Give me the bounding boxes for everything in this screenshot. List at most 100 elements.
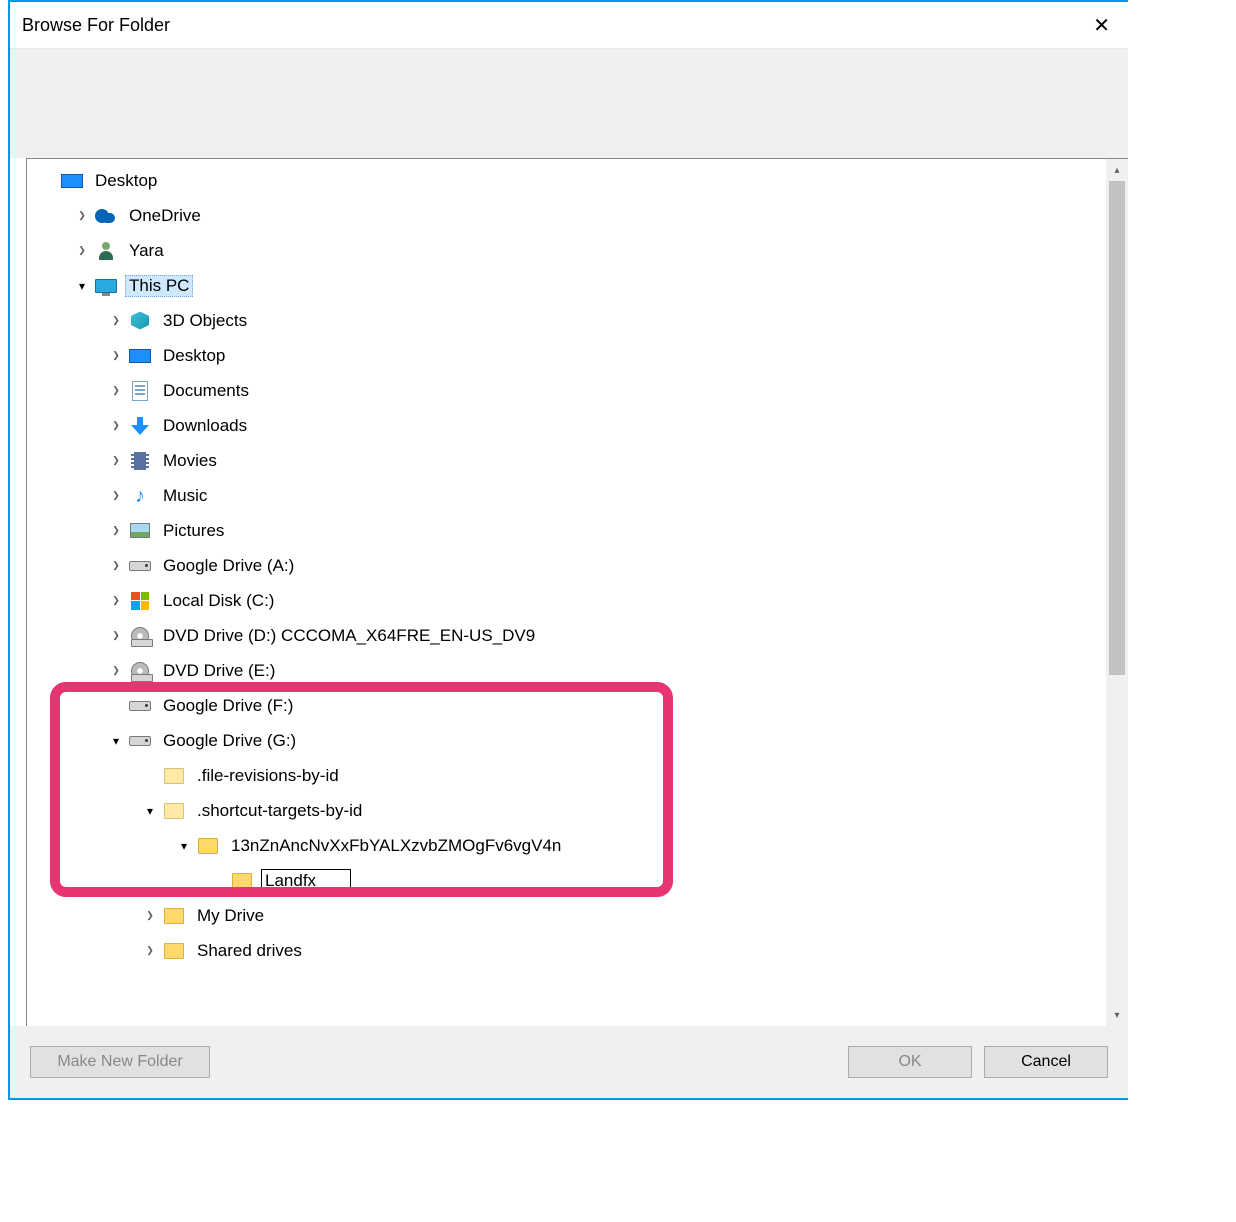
chevron-right-icon[interactable]: ❯ (107, 557, 125, 575)
tree-item[interactable]: ▾ Google Drive (G:) (27, 723, 1106, 758)
tree-item[interactable]: ❯ My Drive (27, 898, 1106, 933)
tree-item-label: Desktop (91, 170, 161, 192)
chevron-right-icon[interactable]: ❯ (73, 207, 91, 225)
tree-item[interactable]: ❯ Google Drive (A:) (27, 548, 1106, 583)
monitor-icon (93, 275, 119, 297)
folder-open-icon (161, 905, 187, 927)
chevron-right-icon[interactable]: ❯ (73, 242, 91, 260)
tree-item[interactable]: ❯OneDrive (27, 198, 1106, 233)
chevron-down-icon[interactable]: ▾ (73, 277, 91, 295)
tree-item[interactable]: ❯Local Disk (C:) (27, 583, 1106, 618)
tree-item[interactable]: ❯ Pictures (27, 513, 1106, 548)
dialog-title: Browse For Folder (22, 15, 170, 36)
user-icon (93, 240, 119, 262)
chevron-right-icon[interactable]: ❯ (107, 417, 125, 435)
tree-item-label: Movies (159, 450, 221, 472)
close-icon[interactable]: ✕ (1087, 13, 1116, 38)
cancel-button[interactable]: Cancel (984, 1046, 1108, 1078)
tree-item-label: 13nZnAncNvXxFbYALXzvbZMOgFv6vgV4n (227, 835, 565, 857)
dvd-icon (127, 660, 153, 682)
tree-item-label: 3D Objects (159, 310, 251, 332)
tree-item-label: Shared drives (193, 940, 306, 962)
tree-item[interactable] (27, 863, 1106, 898)
tree-item-label: Desktop (159, 345, 229, 367)
doc-icon (127, 380, 153, 402)
chevron-right-icon[interactable]: ❯ (107, 627, 125, 645)
tree-item-label: Google Drive (A:) (159, 555, 298, 577)
3d-icon (127, 310, 153, 332)
folder-tree-pane: Desktop❯OneDrive❯Yara▾This PC❯3D Objects… (26, 158, 1128, 1026)
dialog-footer: Make New Folder OK Cancel (10, 1026, 1128, 1098)
tree-item-label: DVD Drive (E:) (159, 660, 279, 682)
scroll-thumb[interactable] (1109, 181, 1125, 675)
chevron-right-icon[interactable]: ❯ (107, 522, 125, 540)
tree-item[interactable]: ❯♪ Music (27, 478, 1106, 513)
make-new-folder-button[interactable]: Make New Folder (30, 1046, 210, 1078)
scroll-down-icon[interactable]: ▾ (1106, 1004, 1128, 1026)
chevron-right-icon[interactable]: ❯ (107, 347, 125, 365)
folder-rename-input[interactable] (261, 869, 351, 893)
win-icon (127, 590, 153, 612)
ok-button[interactable]: OK (848, 1046, 972, 1078)
vertical-scrollbar[interactable]: ▴ ▾ (1106, 159, 1128, 1026)
titlebar: Browse For Folder ✕ (10, 2, 1128, 48)
tree-item[interactable]: ❯ Shared drives (27, 933, 1106, 968)
desktop-icon (127, 345, 153, 367)
tree-item-label: Music (159, 485, 211, 507)
cloud-icon (93, 205, 119, 227)
pic-icon (127, 520, 153, 542)
tree-item[interactable]: ▾ 13nZnAncNvXxFbYALXzvbZMOgFv6vgV4n (27, 828, 1106, 863)
tree-item[interactable]: ❯ Downloads (27, 408, 1106, 443)
drive-icon (127, 730, 153, 752)
chevron-right-icon[interactable]: ❯ (107, 592, 125, 610)
desktop-icon (59, 170, 85, 192)
folder-open-icon (229, 870, 255, 892)
tree-item[interactable]: ❯ Desktop (27, 338, 1106, 373)
tree-item-label: Yara (125, 240, 168, 262)
chevron-down-icon[interactable]: ▾ (107, 732, 125, 750)
tree-item-label: Downloads (159, 415, 251, 437)
tree-item-label: Documents (159, 380, 253, 402)
dvd-icon (127, 625, 153, 647)
tree-item[interactable]: Google Drive (F:) (27, 688, 1106, 723)
chevron-down-icon[interactable]: ▾ (141, 802, 159, 820)
tree-item-label: DVD Drive (D:) CCCOMA_X64FRE_EN-US_DV9 (159, 625, 539, 647)
folder-icon (161, 765, 187, 787)
tree-item[interactable]: ❯ Movies (27, 443, 1106, 478)
chevron-right-icon[interactable]: ❯ (107, 487, 125, 505)
tree-item-label: My Drive (193, 905, 268, 927)
chevron-right-icon[interactable]: ❯ (141, 942, 159, 960)
tree-item-label: .file-revisions-by-id (193, 765, 343, 787)
tree-item[interactable]: ▾ This PC (27, 268, 1106, 303)
chevron-right-icon[interactable]: ❯ (107, 662, 125, 680)
tree-item[interactable]: ❯ DVD Drive (E:) (27, 653, 1106, 688)
chevron-right-icon[interactable]: ❯ (107, 382, 125, 400)
drive-icon (127, 555, 153, 577)
music-icon: ♪ (127, 485, 153, 507)
tree-item-label: .shortcut-targets-by-id (193, 800, 366, 822)
tree-item[interactable]: ▾ .shortcut-targets-by-id (27, 793, 1106, 828)
scroll-track[interactable] (1106, 181, 1128, 1004)
chevron-down-icon[interactable]: ▾ (175, 837, 193, 855)
film-icon (127, 450, 153, 472)
scroll-up-icon[interactable]: ▴ (1106, 159, 1128, 181)
tree-item[interactable]: .file-revisions-by-id (27, 758, 1106, 793)
tree-item[interactable]: ❯ 3D Objects (27, 303, 1106, 338)
tree-item[interactable]: Desktop (27, 163, 1106, 198)
chevron-right-icon[interactable]: ❯ (107, 312, 125, 330)
tree-item[interactable]: ❯ DVD Drive (D:) CCCOMA_X64FRE_EN-US_DV9 (27, 618, 1106, 653)
tree-item-label: Google Drive (G:) (159, 730, 300, 752)
tree-item[interactable]: ❯ Yara (27, 233, 1106, 268)
tree-item-label: This PC (125, 275, 193, 297)
drive-icon (127, 695, 153, 717)
down-icon (127, 415, 153, 437)
chevron-right-icon[interactable]: ❯ (107, 452, 125, 470)
folder-open-icon (195, 835, 221, 857)
tree-item[interactable]: ❯ Documents (27, 373, 1106, 408)
folder-open-icon (161, 940, 187, 962)
folder-tree[interactable]: Desktop❯OneDrive❯Yara▾This PC❯3D Objects… (27, 159, 1106, 1026)
folder-icon (161, 800, 187, 822)
tree-item-label: Pictures (159, 520, 228, 542)
browse-for-folder-dialog: Browse For Folder ✕ Desktop❯OneDrive❯Yar… (8, 0, 1128, 1100)
chevron-right-icon[interactable]: ❯ (141, 907, 159, 925)
